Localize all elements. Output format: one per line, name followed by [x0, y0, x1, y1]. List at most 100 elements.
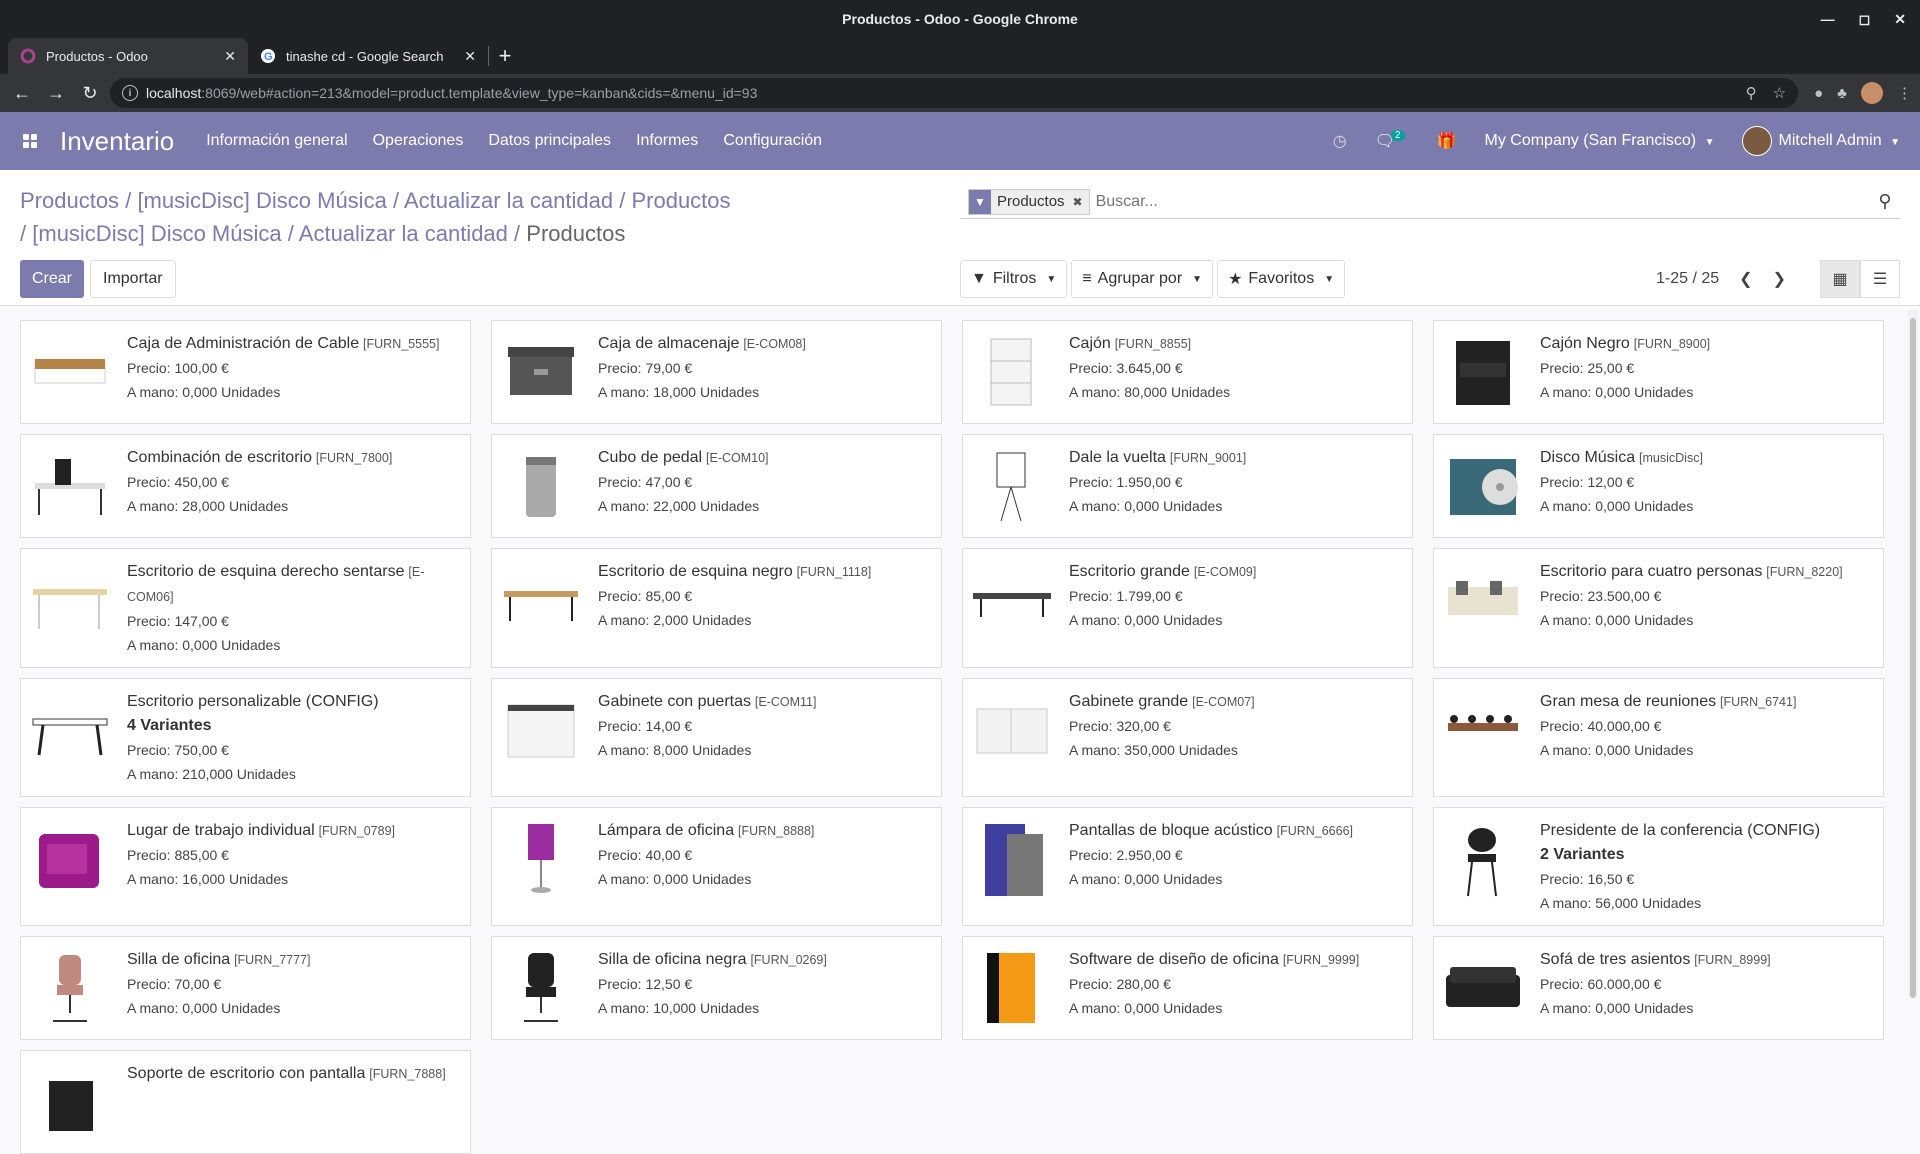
product-card[interactable]: Presidente de la conferencia (CONFIG) 2 …: [1433, 807, 1884, 926]
pager-previous-icon[interactable]: ❮: [1739, 269, 1752, 289]
user-menu[interactable]: Mitchell Admin ▼: [1742, 126, 1900, 156]
search-icon[interactable]: ⚲: [1870, 191, 1900, 212]
menu-operaciones[interactable]: Operaciones: [373, 132, 464, 150]
product-price: Precio: 79,00 €: [598, 360, 693, 376]
puzzle-icon[interactable]: ♣: [1837, 85, 1847, 102]
search-input[interactable]: [1089, 192, 1870, 211]
product-card[interactable]: Cajón [FURN_8855] Precio: 3.645,00 € A man…: [962, 320, 1413, 424]
product-name: Lámpara de oficina: [598, 822, 735, 839]
product-card[interactable]: Gabinete grande [E-COM07] Precio: 320,00 …: [962, 678, 1413, 797]
profile-avatar[interactable]: [1861, 82, 1883, 104]
close-tab-icon[interactable]: ✕: [464, 48, 476, 65]
apps-menu-icon[interactable]: [0, 133, 60, 149]
product-card[interactable]: Dale la vuelta [FURN_9001] Precio: 1.950,…: [962, 434, 1413, 538]
product-title: Escritorio personalizable (CONFIG): [127, 689, 462, 714]
product-name: Escritorio grande: [1069, 563, 1190, 580]
pager-value[interactable]: 1-25 / 25: [1656, 270, 1719, 288]
product-price: Precio: 2.950,00 €: [1069, 847, 1183, 863]
messaging-icon[interactable]: 🗨2: [1375, 130, 1409, 151]
import-button[interactable]: Importar: [90, 260, 176, 298]
product-card[interactable]: Caja de Administración de Cable [FURN_55…: [20, 320, 471, 424]
browser-tab-google[interactable]: G tinashe cd - Google Search ✕: [248, 38, 488, 74]
new-tab-icon[interactable]: +: [489, 38, 521, 74]
close-tab-icon[interactable]: ✕: [224, 48, 236, 65]
site-info-icon[interactable]: i: [122, 85, 138, 101]
window-titlebar: Productos - Odoo - Google Chrome — ◻ ✕: [0, 0, 1920, 38]
breadcrumb-item[interactable]: [musicDisc] Disco Música: [137, 188, 386, 213]
product-price: Precio: 14,00 €: [598, 718, 693, 734]
google-favicon-icon: G: [261, 49, 275, 63]
scrollbar[interactable]: [1908, 310, 1918, 998]
menu-configuracion[interactable]: Configuración: [723, 132, 822, 150]
product-name: Disco Música: [1540, 449, 1636, 466]
app-name[interactable]: Inventario: [60, 126, 174, 157]
product-card[interactable]: Escritorio para cuatro personas [FURN_82…: [1433, 548, 1884, 668]
remove-facet-icon[interactable]: ✖: [1073, 195, 1083, 209]
product-title: Escritorio de esquina negro [FURN_1118]: [598, 559, 933, 584]
menu-datos-principales[interactable]: Datos principales: [488, 132, 611, 150]
favorites-dropdown[interactable]: ★ Favoritos ▼: [1217, 260, 1346, 298]
activity-clock-icon[interactable]: ◷: [1333, 131, 1347, 151]
product-card[interactable]: Combinación de escritorio [FURN_7800] Pre…: [20, 434, 471, 538]
reload-icon[interactable]: ↻: [76, 79, 104, 107]
product-variants: 4 Variantes: [127, 717, 212, 734]
company-switcher[interactable]: My Company (San Francisco) ▼: [1485, 132, 1715, 150]
product-card[interactable]: Gran mesa de reuniones [FURN_6741] Precio…: [1433, 678, 1884, 797]
back-icon[interactable]: ←: [8, 79, 36, 107]
kanban-view-icon[interactable]: ▦: [1820, 260, 1860, 298]
breadcrumb: Productos / [musicDisc] Disco Música / A…: [20, 184, 780, 250]
product-card[interactable]: Software de diseño de oficina [FURN_9999…: [962, 936, 1413, 1040]
product-card[interactable]: Soporte de escritorio con pantalla [FURN…: [20, 1050, 471, 1154]
close-window-icon[interactable]: ✕: [1894, 11, 1906, 28]
breadcrumb-item[interactable]: [musicDisc] Disco Música: [32, 221, 281, 246]
product-card[interactable]: Disco Música [musicDisc] Precio: 12,00 € A…: [1433, 434, 1884, 538]
pager: 1-25 / 25 ❮ ❯: [1656, 260, 1786, 298]
product-price: Precio: 1.799,00 €: [1069, 588, 1183, 604]
pager-next-icon[interactable]: ❯: [1773, 269, 1786, 289]
product-price: Precio: 40.000,00 €: [1540, 718, 1662, 734]
product-ref: [E-COM11]: [754, 695, 817, 709]
extension-icon[interactable]: ●: [1814, 85, 1823, 102]
zoom-icon[interactable]: ⚲: [1746, 84, 1757, 102]
create-button[interactable]: Crear: [20, 260, 85, 298]
product-card[interactable]: Gabinete con puertas [E-COM11] Precio: 14…: [491, 678, 942, 797]
breadcrumb-item[interactable]: Productos: [20, 188, 119, 213]
product-name: Presidente de la conferencia (CONFIG): [1540, 822, 1821, 839]
group-by-dropdown[interactable]: ≡ Agrupar por ▼: [1071, 260, 1214, 298]
breadcrumb-item[interactable]: Actualizar la cantidad: [404, 188, 613, 213]
gift-icon[interactable]: 🎁: [1437, 131, 1457, 151]
product-name: Gran mesa de reuniones: [1540, 693, 1717, 710]
list-view-icon[interactable]: ☰: [1860, 260, 1900, 298]
filters-dropdown[interactable]: ▼ Filtros ▼: [960, 260, 1068, 298]
product-card[interactable]: Sofá de tres asientos [FURN_8999] Precio:…: [1433, 936, 1884, 1040]
menu-informes[interactable]: Informes: [636, 132, 698, 150]
product-card[interactable]: Caja de almacenaje [E-COM08] Precio: 79,0…: [491, 320, 942, 424]
chrome-menu-icon[interactable]: ⋮: [1897, 84, 1912, 102]
forward-icon[interactable]: →: [42, 79, 70, 107]
address-bar[interactable]: i localhost:8069/web#action=213&model=pr…: [110, 78, 1799, 108]
product-card[interactable]: Escritorio personalizable (CONFIG) 4 Var…: [20, 678, 471, 797]
product-card[interactable]: Escritorio de esquina derecho sentarse […: [20, 548, 471, 668]
product-card[interactable]: Lámpara de oficina [FURN_8888] Precio: 40…: [491, 807, 942, 926]
browser-tab-odoo[interactable]: Productos - Odoo ✕: [8, 38, 248, 74]
product-card[interactable]: Escritorio grande [E-COM09] Precio: 1.799…: [962, 548, 1413, 668]
product-card[interactable]: Cubo de pedal [E-COM10] Precio: 47,00 € A …: [491, 434, 942, 538]
product-card[interactable]: Cajón Negro [FURN_8900] Precio: 25,00 € A …: [1433, 320, 1884, 424]
product-card[interactable]: Lugar de trabajo individual [FURN_0789] P…: [20, 807, 471, 926]
product-image: [971, 689, 1053, 771]
breadcrumb-item[interactable]: Productos: [631, 188, 730, 213]
product-title: Gabinete con puertas [E-COM11]: [598, 689, 933, 714]
scrollbar-thumb[interactable]: [1910, 318, 1916, 998]
product-card[interactable]: Silla de oficina negra [FURN_0269] Precio…: [491, 936, 942, 1040]
menu-informacion-general[interactable]: Información general: [206, 132, 347, 150]
product-card[interactable]: Silla de oficina [FURN_7777] Precio: 70,0…: [20, 936, 471, 1040]
product-card[interactable]: Pantallas de bloque acústico [FURN_6666]…: [962, 807, 1413, 926]
minimize-icon[interactable]: —: [1821, 11, 1835, 27]
bookmark-star-icon[interactable]: ☆: [1773, 84, 1786, 102]
breadcrumb-item[interactable]: Actualizar la cantidad: [299, 221, 508, 246]
maximize-icon[interactable]: ◻: [1859, 11, 1871, 28]
product-price: Precio: 12,00 €: [1540, 474, 1635, 490]
product-card[interactable]: Escritorio de esquina negro [FURN_1118] P…: [491, 548, 942, 668]
product-price: Precio: 280,00 €: [1069, 976, 1171, 992]
product-price: Precio: 1.950,00 €: [1069, 474, 1183, 490]
